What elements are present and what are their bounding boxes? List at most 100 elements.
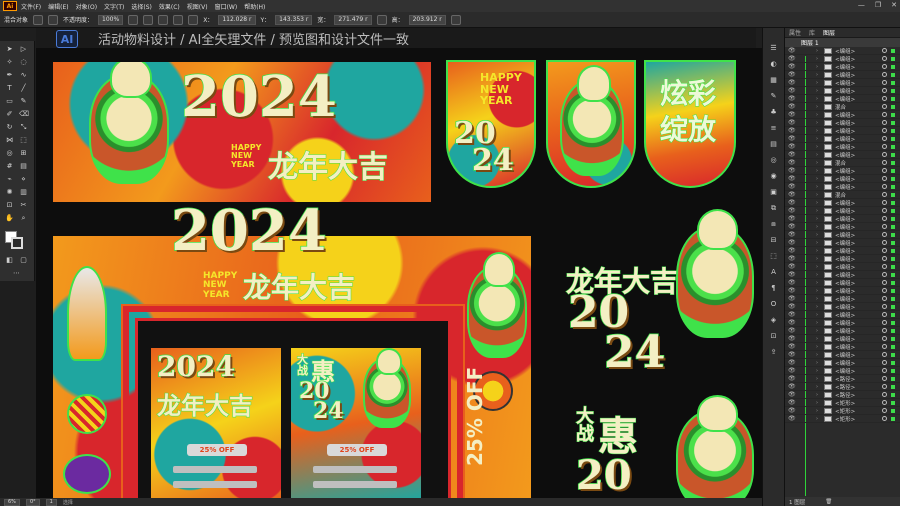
selection-indicator[interactable] — [891, 56, 895, 61]
expand-chevron-icon[interactable]: › — [816, 192, 818, 198]
selection-indicator[interactable] — [891, 296, 895, 301]
target-circle-icon[interactable] — [882, 232, 887, 237]
target-circle-icon[interactable] — [882, 192, 887, 197]
target-circle-icon[interactable] — [882, 176, 887, 181]
shape-builder-tool-icon[interactable]: ◎ — [5, 149, 14, 158]
rotate-tool-icon[interactable]: ↻ — [5, 123, 14, 132]
canvas[interactable]: 2024 HAPPY NEW YEAR 龙年大吉 HAPPY NEW YEAR … — [36, 48, 762, 500]
target-circle-icon[interactable] — [882, 384, 887, 389]
selection-indicator[interactable] — [891, 96, 895, 101]
selection-indicator[interactable] — [891, 144, 895, 149]
visibility-eye-icon[interactable]: 👁 — [788, 343, 796, 350]
target-circle-icon[interactable] — [882, 240, 887, 245]
target-circle-icon[interactable] — [882, 80, 887, 85]
selection-indicator[interactable] — [891, 104, 895, 109]
expand-chevron-icon[interactable]: › — [816, 152, 818, 158]
visibility-eye-icon[interactable]: 👁 — [788, 399, 796, 406]
visibility-eye-icon[interactable]: 👁 — [788, 255, 796, 262]
artboards-panel-icon[interactable]: ⊡ — [769, 332, 778, 341]
floating-split-year[interactable]: 20 24 — [567, 290, 666, 375]
opacity-field[interactable]: 100% — [98, 14, 124, 25]
visibility-eye-icon[interactable]: 👁 — [788, 319, 796, 326]
target-circle-icon[interactable] — [882, 128, 887, 133]
selection-indicator[interactable] — [891, 112, 895, 117]
expand-chevron-icon[interactable]: › — [816, 320, 818, 326]
expand-chevron-icon[interactable]: › — [816, 392, 818, 398]
target-circle-icon[interactable] — [882, 168, 887, 173]
target-circle-icon[interactable] — [882, 304, 887, 309]
selection-indicator[interactable] — [891, 200, 895, 205]
artwork-poster-dragon[interactable]: 2024 龙年大吉 25% OFF — [151, 348, 281, 500]
direct-selection-tool-icon[interactable]: ▷ — [19, 45, 28, 54]
target-circle-icon[interactable] — [882, 184, 887, 189]
poster-discount-button[interactable]: 25% OFF — [187, 444, 247, 456]
artwork-flag-happy[interactable]: HAPPY NEW YEAR 20 24 — [446, 60, 536, 188]
expand-chevron-icon[interactable]: › — [816, 416, 818, 422]
selection-indicator[interactable] — [891, 72, 895, 77]
tab-layers[interactable]: 图层 — [823, 28, 835, 37]
selection-indicator[interactable] — [891, 48, 895, 53]
gradient-tool-icon[interactable]: ▤ — [19, 162, 28, 171]
selection-indicator[interactable] — [891, 352, 895, 357]
visibility-eye-icon[interactable]: 👁 — [788, 327, 796, 334]
artwork-flag-dragon[interactable] — [546, 60, 636, 188]
eraser-tool-icon[interactable]: ⌫ — [19, 110, 29, 119]
visibility-eye-icon[interactable]: 👁 — [788, 263, 796, 270]
menu-file[interactable]: 文件(F) — [21, 2, 41, 11]
magic-wand-tool-icon[interactable]: ✧ — [5, 58, 14, 67]
visibility-eye-icon[interactable]: 👁 — [788, 271, 796, 278]
selection-indicator[interactable] — [891, 184, 895, 189]
expand-chevron-icon[interactable]: › — [816, 168, 818, 174]
expand-chevron-icon[interactable]: › — [816, 408, 818, 414]
selection-indicator[interactable] — [891, 248, 895, 253]
expand-chevron-icon[interactable]: › — [816, 344, 818, 350]
selection-indicator[interactable] — [891, 80, 895, 85]
symbols-icon[interactable]: ♣ — [769, 108, 778, 117]
target-circle-icon[interactable] — [882, 328, 887, 333]
target-circle-icon[interactable] — [882, 72, 887, 77]
width-tool-icon[interactable]: ⋈ — [5, 136, 14, 145]
more-options-icon[interactable] — [450, 14, 461, 25]
selection-indicator[interactable] — [891, 136, 895, 141]
visibility-eye-icon[interactable]: 👁 — [788, 135, 796, 142]
visibility-eye-icon[interactable]: 👁 — [788, 191, 796, 198]
target-circle-icon[interactable] — [882, 200, 887, 205]
selection-indicator[interactable] — [891, 304, 895, 309]
lasso-tool-icon[interactable]: ◌ — [19, 58, 28, 67]
shaper-tool-icon[interactable]: ✐ — [5, 110, 14, 119]
expand-chevron-icon[interactable]: › — [816, 88, 818, 94]
zoom-tool-icon[interactable]: ⌕ — [19, 214, 28, 223]
selection-indicator[interactable] — [891, 376, 895, 381]
expand-chevron-icon[interactable]: › — [816, 256, 818, 262]
menu-type[interactable]: 文字(T) — [104, 2, 124, 11]
paintbrush-tool-icon[interactable]: ✎ — [19, 97, 28, 106]
visibility-eye-icon[interactable]: 👁 — [788, 95, 796, 102]
graphic-styles-icon[interactable]: ▣ — [769, 188, 778, 197]
visibility-eye-icon[interactable]: 👁 — [788, 159, 796, 166]
expand-chevron-icon[interactable]: › — [816, 136, 818, 142]
opentype-icon[interactable]: O — [769, 300, 778, 309]
target-circle-icon[interactable] — [882, 256, 887, 261]
expand-chevron-icon[interactable]: › — [816, 64, 818, 70]
target-circle-icon[interactable] — [882, 392, 887, 397]
visibility-eye-icon[interactable]: 👁 — [788, 375, 796, 382]
selection-indicator[interactable] — [891, 336, 895, 341]
selection-indicator[interactable] — [891, 368, 895, 373]
expand-chevron-icon[interactable]: › — [816, 176, 818, 182]
rotate-view-field[interactable]: 0° — [25, 498, 40, 506]
visibility-eye-icon[interactable]: 👁 — [788, 71, 796, 78]
visibility-eye-icon[interactable]: 👁 — [788, 311, 796, 318]
target-circle-icon[interactable] — [882, 112, 887, 117]
menu-select[interactable]: 选择(S) — [131, 2, 152, 11]
target-circle-icon[interactable] — [882, 104, 887, 109]
expand-chevron-icon[interactable]: › — [816, 280, 818, 286]
menu-view[interactable]: 视图(V) — [187, 2, 208, 11]
layer-row[interactable]: 👁 › <矩形> — [785, 415, 900, 423]
target-circle-icon[interactable] — [882, 144, 887, 149]
edit-toolbar-icon[interactable]: ⋯ — [12, 269, 21, 278]
hand-tool-icon[interactable]: ✋ — [5, 214, 14, 223]
expand-chevron-icon[interactable]: › — [816, 336, 818, 342]
selection-indicator[interactable] — [891, 208, 895, 213]
appearance-icon[interactable]: ◉ — [769, 172, 778, 181]
selection-indicator[interactable] — [891, 400, 895, 405]
